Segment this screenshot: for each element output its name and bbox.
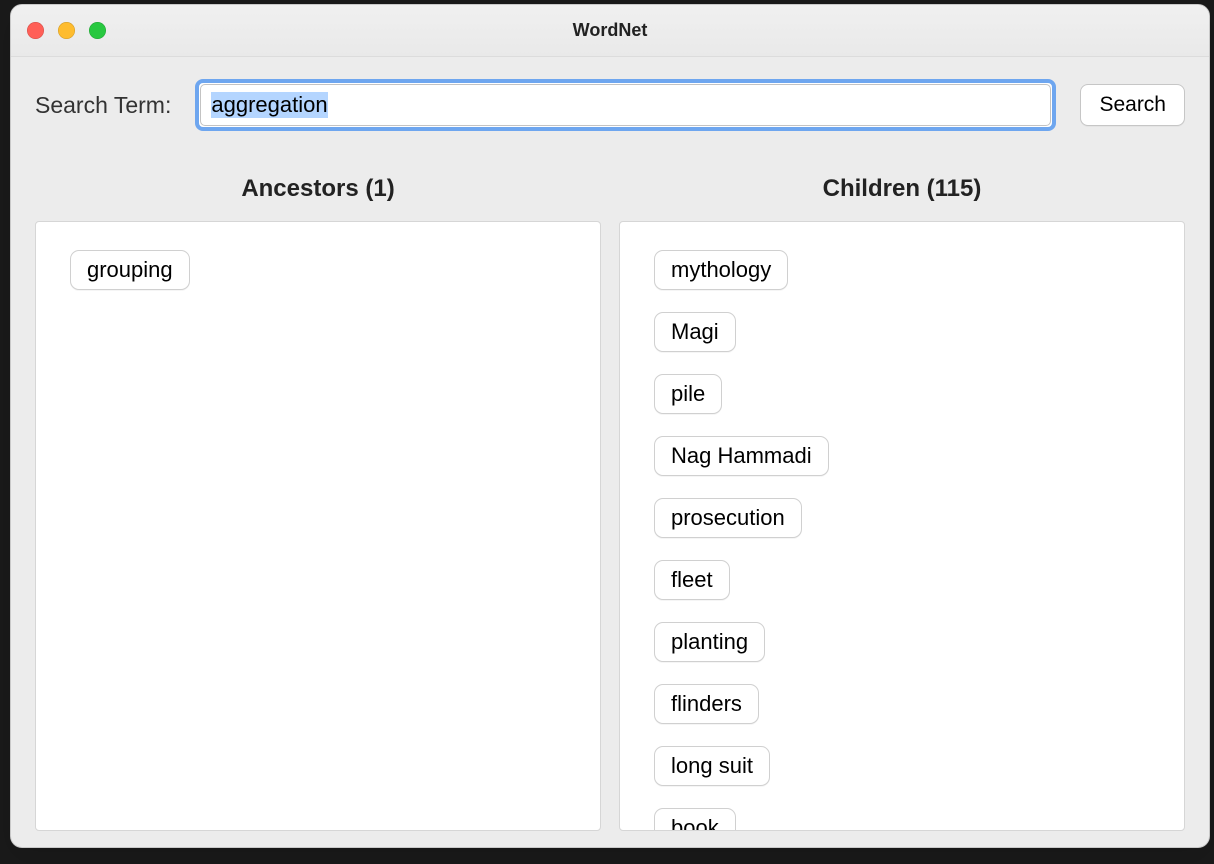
ancestors-column: Ancestors (1) grouping: [35, 175, 601, 831]
children-panel: mythology Magi pile Nag Hammadi prosecution f…: [619, 221, 1185, 831]
children-item[interactable]: prosecution: [654, 498, 802, 538]
zoom-icon[interactable]: [89, 22, 106, 39]
results: Ancestors (1) grouping Children (115) my…: [11, 139, 1209, 847]
search-input-wrap: [195, 79, 1056, 131]
ancestors-panel: grouping: [35, 221, 601, 831]
close-icon[interactable]: [27, 22, 44, 39]
children-item[interactable]: Nag Hammadi: [654, 436, 829, 476]
children-item[interactable]: flinders: [654, 684, 759, 724]
titlebar: WordNet: [11, 5, 1209, 57]
ancestors-heading: Ancestors (1): [35, 175, 601, 203]
children-item[interactable]: Magi: [654, 312, 736, 352]
children-item[interactable]: book: [654, 808, 736, 831]
children-item[interactable]: long suit: [654, 746, 770, 786]
ancestors-item[interactable]: grouping: [70, 250, 190, 290]
children-item[interactable]: pile: [654, 374, 722, 414]
children-heading: Children (115): [619, 175, 1185, 203]
search-button[interactable]: Search: [1080, 84, 1185, 126]
children-column: Children (115) mythology Magi pile Nag Hamm…: [619, 175, 1185, 831]
search-label: Search Term:: [35, 92, 171, 119]
search-input[interactable]: [200, 84, 1051, 126]
children-item[interactable]: planting: [654, 622, 765, 662]
minimize-icon[interactable]: [58, 22, 75, 39]
window-title: WordNet: [573, 20, 648, 41]
ancestors-list: grouping: [70, 250, 566, 290]
children-list: mythology Magi pile Nag Hammadi prosecution f…: [654, 250, 1150, 831]
children-item[interactable]: fleet: [654, 560, 730, 600]
window-controls: [27, 5, 106, 56]
wordnet-window: WordNet Search Term: Search Ancestors (1…: [10, 4, 1210, 848]
search-bar: Search Term: Search: [11, 57, 1209, 139]
children-item[interactable]: mythology: [654, 250, 788, 290]
